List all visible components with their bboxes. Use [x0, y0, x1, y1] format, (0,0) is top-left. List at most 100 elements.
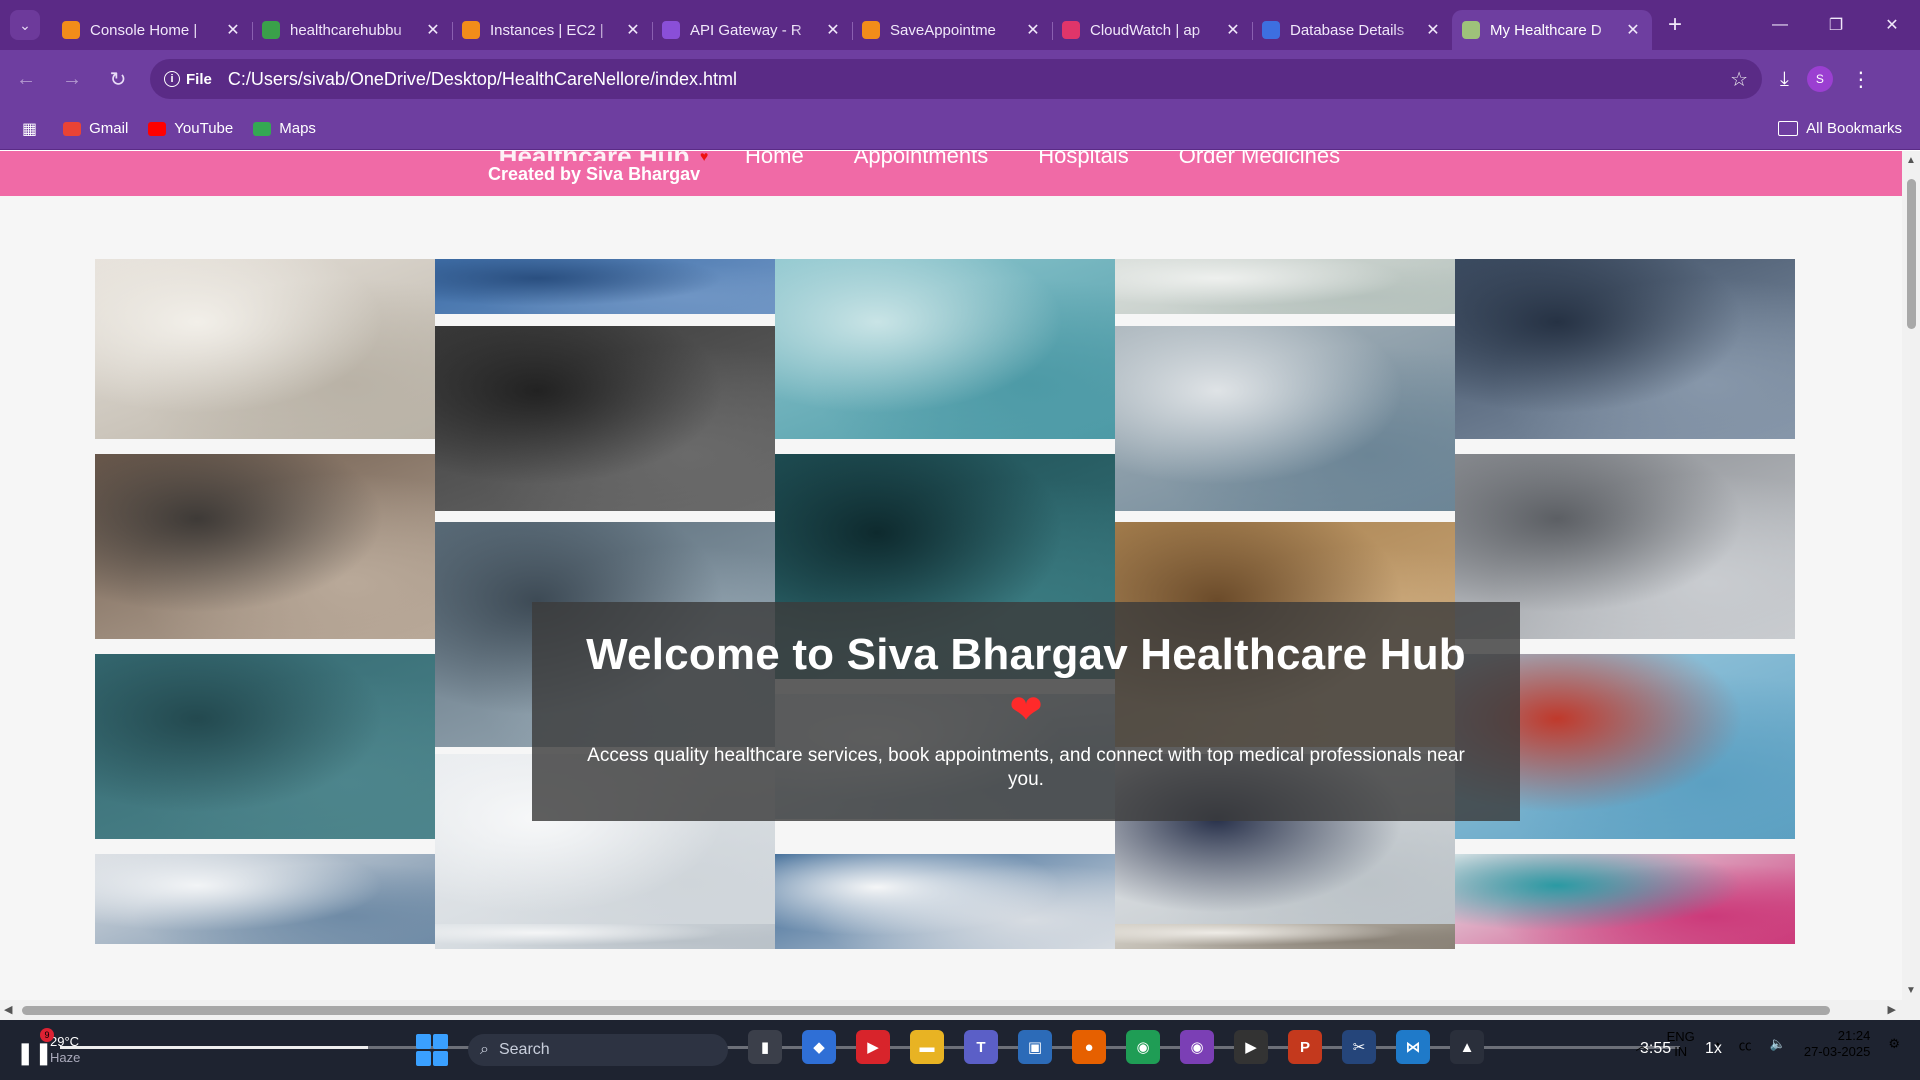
folder-icon: [1778, 121, 1799, 136]
doctor-mask-photo: [1115, 326, 1455, 511]
url-text[interactable]: C:/Users/sivab/OneDrive/Desktop/HealthCa…: [228, 69, 737, 90]
pills-stethoscope-photo: [1455, 854, 1795, 944]
browser-tab[interactable]: CloudWatch | ap ✕: [1052, 10, 1252, 50]
lang-top: ENG: [1666, 1028, 1695, 1044]
photo-gallery: Welcome to Siva Bhargav Healthcare Hub ❤…: [95, 259, 1806, 949]
welcome-description: Access quality healthcare services, book…: [587, 745, 1465, 790]
firefox-app-icon[interactable]: ●: [1072, 1030, 1106, 1064]
store-app-icon[interactable]: ▣: [1018, 1030, 1052, 1064]
tab-close-icon[interactable]: ✕: [624, 20, 642, 40]
weather-description: Haze: [50, 1050, 81, 1065]
tab-close-icon[interactable]: ✕: [824, 20, 842, 40]
taskbar-search[interactable]: ⌕ Search: [468, 1034, 728, 1066]
vscode-app-icon[interactable]: ⋈: [1396, 1030, 1430, 1064]
close-window-icon[interactable]: ✕: [1864, 0, 1920, 50]
browser-tab[interactable]: SaveAppointme ✕: [852, 10, 1052, 50]
ward-ceiling-photo: [1115, 259, 1455, 314]
bookmark-label: YouTube: [174, 120, 234, 137]
site-brand[interactable]: Healthcare Hub Created by Siva Bhargav ♥: [488, 151, 708, 183]
teams-app-icon[interactable]: T: [964, 1030, 998, 1064]
media-player-icon[interactable]: ▶: [1234, 1030, 1268, 1064]
copilot-app-icon[interactable]: ◆: [802, 1030, 836, 1064]
clock[interactable]: 21:24 27-03-2025: [1804, 1028, 1871, 1061]
all-bookmarks-button[interactable]: All Bookmarks: [1778, 120, 1902, 137]
file-explorer-icon[interactable]: ▬: [910, 1030, 944, 1064]
horizontal-scrollbar[interactable]: ◀ ▶: [0, 1000, 1920, 1020]
language-indicator[interactable]: ENG IN: [1667, 1029, 1695, 1060]
bookmark-youtube[interactable]: YouTube: [148, 120, 233, 137]
tab-close-icon[interactable]: ✕: [224, 20, 242, 40]
scroll-left-arrow-icon[interactable]: ◀: [4, 1003, 12, 1016]
scroll-up-arrow-icon[interactable]: ▲: [1906, 155, 1916, 166]
site-info-chip[interactable]: i File: [164, 71, 222, 88]
address-bar[interactable]: i File C:/Users/sivab/OneDrive/Desktop/H…: [150, 59, 1762, 99]
browser-tab[interactable]: healthcarehubbu ✕: [252, 10, 452, 50]
apps-grid-icon[interactable]: ▦: [22, 119, 37, 139]
clock-time: 21:24: [1837, 1028, 1871, 1043]
tab-close-icon[interactable]: ✕: [424, 20, 442, 40]
tab-search-chevron-icon[interactable]: ⌄: [10, 10, 40, 40]
vertical-scrollbar[interactable]: ▲ ▼: [1902, 151, 1920, 1000]
tray-chevron-icon[interactable]: ︿: [1636, 1035, 1649, 1054]
tab-title: healthcarehubbu: [290, 21, 402, 39]
browser-tab[interactable]: Console Home | ✕: [52, 10, 252, 50]
volume-icon[interactable]: 🔈: [1770, 1036, 1786, 1052]
browser-tab[interactable]: API Gateway - R ✕: [652, 10, 852, 50]
laptop-stethoscope-photo: [95, 454, 435, 639]
taskbar-apps: ▮ ◆ ▶ ▬ T ▣ ● ◉ ◉ ▶ P ✂ ⋈ ▲: [748, 1030, 1484, 1064]
browser-tab[interactable]: Database Details ✕: [1252, 10, 1452, 50]
scroll-down-arrow-icon[interactable]: ▼: [1906, 985, 1916, 996]
scroll-right-arrow-icon[interactable]: ▶: [1888, 1003, 1896, 1016]
snipping-tool-icon[interactable]: ✂: [1342, 1030, 1376, 1064]
horizontal-scroll-thumb[interactable]: [22, 1006, 1830, 1015]
database-icon: [1262, 21, 1280, 39]
back-arrow-icon[interactable]: ←: [6, 59, 46, 99]
youtube-app-icon[interactable]: ▶: [856, 1030, 890, 1064]
system-tray: ︿ ENG IN ◔ ㏄ 🔈 21:24 27-03-2025 ⚙: [1636, 1028, 1900, 1061]
profile-avatar[interactable]: S: [1806, 66, 1833, 92]
restore-icon[interactable]: ❐: [1808, 0, 1864, 50]
tab-close-icon[interactable]: ✕: [1024, 20, 1042, 40]
tab-close-icon[interactable]: ✕: [1624, 20, 1642, 40]
brand-name: Healthcare Hub: [488, 151, 700, 161]
browser-tab[interactable]: My Healthcare D ✕: [1452, 10, 1652, 50]
bookmark-label: Gmail: [89, 120, 129, 137]
tab-close-icon[interactable]: ✕: [1424, 20, 1442, 40]
terminal-app-icon[interactable]: ▮: [748, 1030, 782, 1064]
iv-drip-hand-photo: [775, 259, 1115, 439]
pause-icon[interactable]: ❚❚: [16, 1040, 53, 1066]
chrome-profile-app-icon[interactable]: ◉: [1180, 1030, 1214, 1064]
tab-title: Console Home |: [90, 21, 198, 39]
forward-arrow-icon[interactable]: →: [52, 59, 92, 99]
minimize-icon[interactable]: —: [1752, 0, 1808, 50]
tab-title: My Healthcare D: [1490, 21, 1602, 39]
ec2-icon: [462, 21, 480, 39]
site-chip-label: File: [186, 70, 212, 88]
maps-icon: [253, 121, 272, 136]
weather-widget[interactable]: 29°C Haze: [50, 1034, 80, 1067]
tab-close-icon[interactable]: ✕: [1224, 20, 1242, 40]
bookmark-star-icon[interactable]: ☆: [1730, 67, 1748, 92]
nav-appointments-link[interactable]: Appointments: [854, 151, 989, 169]
app-icon[interactable]: ▲: [1450, 1030, 1484, 1064]
nav-order-medicines-link[interactable]: Order Medicines: [1179, 151, 1340, 169]
windows-start-icon[interactable]: [416, 1034, 448, 1066]
download-icon[interactable]: ⤓: [1780, 68, 1789, 91]
bookmark-list: Gmail YouTube Maps: [63, 120, 336, 137]
vertical-scroll-thumb[interactable]: [1907, 179, 1916, 329]
bookmark-gmail[interactable]: Gmail: [63, 120, 128, 137]
nav-hospitals-link[interactable]: Hospitals: [1038, 151, 1128, 169]
powerpoint-app-icon[interactable]: P: [1288, 1030, 1322, 1064]
new-tab-plus-icon[interactable]: +: [1660, 10, 1690, 40]
operating-room-bw-photo: [435, 326, 775, 511]
chrome-app-icon[interactable]: ◉: [1126, 1030, 1160, 1064]
wifi-icon[interactable]: ◔: [1713, 1037, 1721, 1052]
nav-home-link[interactable]: Home: [745, 151, 804, 169]
reload-icon[interactable]: ↻: [98, 59, 138, 99]
captions-icon[interactable]: ㏄: [1739, 1035, 1752, 1054]
settings-gear-icon[interactable]: ⚙: [1888, 1036, 1900, 1052]
browser-menu-icon[interactable]: ⋮: [1851, 67, 1871, 92]
bookmark-maps[interactable]: Maps: [253, 120, 316, 137]
site-nav: Home Appointments Hospitals Order Medici…: [745, 151, 1340, 169]
browser-tab[interactable]: Instances | EC2 | ✕: [452, 10, 652, 50]
